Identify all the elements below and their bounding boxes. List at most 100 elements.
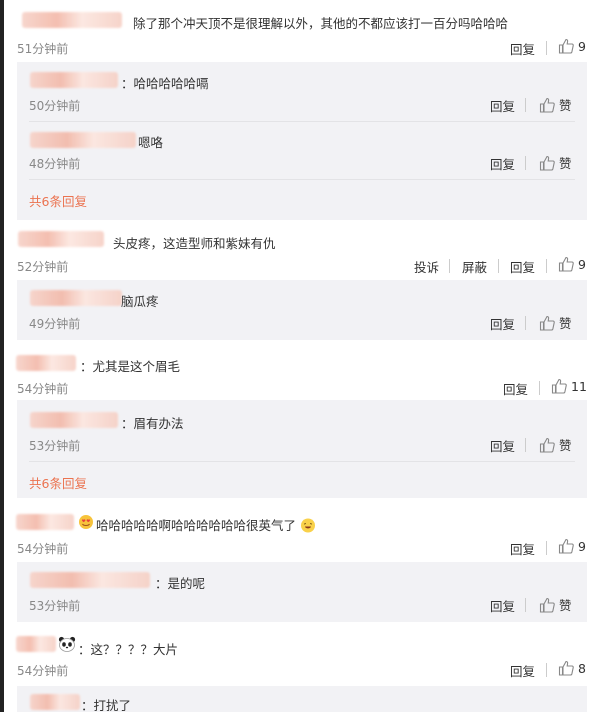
comment-text: 除了那个冲天顶不是很理解以外，其他的不都应该打一百分吗哈哈哈: [133, 16, 509, 31]
thumbs-up-icon: [558, 38, 574, 54]
like-button[interactable]: 赞: [539, 95, 572, 114]
reply-text: ：是的呢: [155, 576, 206, 591]
thumbs-up-icon: [558, 660, 574, 676]
like-button[interactable]: 9: [558, 256, 586, 272]
comment-text: 头皮疼，这造型师和紫妹有仇: [113, 236, 276, 251]
like-count: 9: [578, 256, 586, 272]
thumbs-up-icon: [539, 155, 555, 171]
reply-button[interactable]: 回复: [490, 96, 515, 115]
laughing-face-emoji-icon: [301, 518, 315, 533]
reply-thread: ：打扰了: [17, 686, 587, 712]
divider: [29, 121, 575, 122]
like-count: 9: [578, 538, 586, 554]
divider: [546, 541, 547, 555]
reply-thread: ：眉有办法 53分钟前 回复 赞 共6条回复: [17, 400, 587, 498]
like-button[interactable]: 赞: [539, 153, 572, 172]
report-button[interactable]: 投诉: [414, 257, 439, 276]
thumbs-up-icon: [558, 256, 574, 272]
view-all-replies-link[interactable]: 共6条回复: [29, 191, 87, 210]
replier-name-blurred[interactable]: [30, 132, 136, 148]
reply-text: ：打扰了: [81, 698, 132, 712]
divider: [525, 438, 526, 452]
like-button[interactable]: 9: [558, 38, 586, 54]
comment-text-body: 哈哈哈哈哈啊哈哈哈哈哈哈很英气了: [96, 518, 297, 533]
reply-time: 49分钟前: [29, 317, 81, 331]
divider: [546, 41, 547, 55]
reply-time: 53分钟前: [29, 439, 81, 453]
divider: [546, 259, 547, 273]
like-count: 8: [578, 660, 586, 676]
comment-time: 54分钟前: [17, 382, 69, 396]
reply-button[interactable]: 回复: [510, 257, 535, 276]
commenter-name-blurred[interactable]: [22, 12, 122, 28]
thumbs-up-icon: [539, 315, 555, 331]
reply-thread: ：哈哈哈哈哈嗝 50分钟前 回复 赞 嗯咯 48分钟前 回复 赞 共6条回复: [17, 62, 587, 220]
like-button[interactable]: 赞: [539, 595, 572, 614]
reply-time: 53分钟前: [29, 599, 81, 613]
like-label: 赞: [559, 598, 572, 613]
thumbs-up-icon: [558, 538, 574, 554]
like-button[interactable]: 9: [558, 538, 586, 554]
divider: [525, 98, 526, 112]
thumbs-up-icon: [539, 597, 555, 613]
comment-time: 51分钟前: [17, 42, 69, 56]
divider: [525, 156, 526, 170]
reply-button[interactable]: 回复: [503, 379, 528, 398]
heart-eyes-emoji-icon: [79, 515, 93, 529]
thumbs-up-icon: [539, 437, 555, 453]
comment-text: 哈哈哈哈哈啊哈哈哈哈哈哈很英气了: [96, 515, 316, 534]
reply-text: 嗯咯: [138, 135, 164, 150]
like-label: 赞: [559, 438, 572, 453]
reply-thread: 脑瓜疼 49分钟前 回复 赞: [17, 280, 587, 340]
reply-text: ：眉有办法: [121, 416, 184, 431]
block-button[interactable]: 屏蔽: [462, 257, 487, 276]
like-label: 赞: [559, 98, 572, 113]
reply-button[interactable]: 回复: [490, 314, 515, 333]
reply-button[interactable]: 回复: [490, 154, 515, 173]
divider: [498, 259, 499, 273]
divider: [539, 381, 540, 395]
like-label: 赞: [559, 156, 572, 171]
reply-text: ：哈哈哈哈哈嗝: [121, 76, 209, 91]
reply-button[interactable]: 回复: [490, 596, 515, 615]
like-count: 11: [571, 378, 587, 394]
like-button[interactable]: 赞: [539, 313, 572, 332]
thumbs-up-icon: [551, 378, 567, 394]
commenter-name-blurred[interactable]: [16, 355, 76, 371]
divider: [525, 316, 526, 330]
commenter-name-blurred[interactable]: [16, 514, 74, 530]
panda-emoji-icon: [58, 636, 76, 652]
reply-button[interactable]: 回复: [510, 539, 535, 558]
like-count: 9: [578, 38, 586, 54]
divider: [29, 179, 575, 180]
commenter-name-blurred[interactable]: [16, 636, 56, 652]
replier-name-blurred[interactable]: [30, 694, 80, 710]
left-edge-bar: [0, 0, 4, 712]
replier-name-blurred[interactable]: [30, 412, 118, 428]
like-button[interactable]: 11: [551, 378, 587, 394]
comment-feed: 除了那个冲天顶不是很理解以外，其他的不都应该打一百分吗哈哈哈 51分钟前 回复 …: [0, 0, 596, 712]
reply-button[interactable]: 回复: [490, 436, 515, 455]
reply-button[interactable]: 回复: [510, 661, 535, 680]
commenter-name-blurred[interactable]: [18, 231, 104, 247]
reply-button[interactable]: 回复: [510, 39, 535, 58]
divider: [449, 259, 450, 273]
comment-time: 52分钟前: [17, 260, 69, 274]
divider: [525, 598, 526, 612]
like-button[interactable]: 赞: [539, 435, 572, 454]
comment-text: ：这？？？？大片: [78, 642, 179, 657]
replier-name-blurred[interactable]: [30, 72, 118, 88]
comment-text: ：尤其是这个眉毛: [80, 359, 181, 374]
comment-time: 54分钟前: [17, 664, 69, 678]
replier-name-blurred[interactable]: [30, 290, 122, 306]
thumbs-up-icon: [539, 97, 555, 113]
reply-time: 48分钟前: [29, 157, 81, 171]
like-button[interactable]: 8: [558, 660, 586, 676]
like-label: 赞: [559, 316, 572, 331]
view-all-replies-link[interactable]: 共6条回复: [29, 473, 87, 492]
reply-thread: ：是的呢 53分钟前 回复 赞: [17, 562, 587, 622]
replier-name-blurred[interactable]: [30, 572, 150, 588]
reply-text: 脑瓜疼: [121, 294, 159, 309]
reply-time: 50分钟前: [29, 99, 81, 113]
divider: [546, 663, 547, 677]
